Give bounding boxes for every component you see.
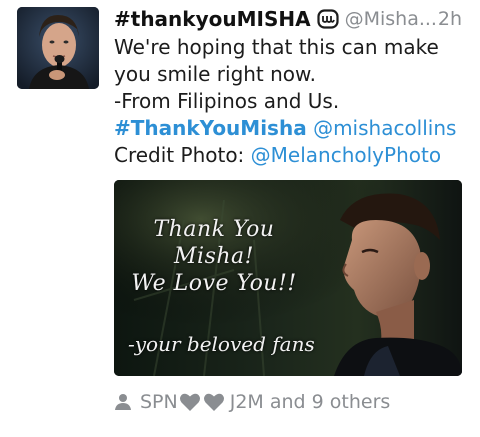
person-icon [114,392,132,412]
context-prefix: SPN [140,391,178,413]
context-suffix: J2M and 9 others [229,391,391,413]
tweet-text-line: you smile right now. [114,62,316,86]
mention-link[interactable]: @mishacollins [313,116,456,140]
social-context[interactable]: SPN J2M and 9 others [114,388,390,416]
tweet-photo[interactable]: Thank You Misha! We Love You!! -your bel… [114,180,462,376]
heart-icon [179,392,201,412]
tweet-text: We're hoping that this can make you smil… [114,34,476,169]
caption-signature: -your beloved fans [128,332,315,356]
timestamp: 2h [437,8,462,30]
handle[interactable]: @Misha... [345,8,437,30]
avatar-image [17,7,99,89]
mention-link[interactable]: @MelancholyPhoto [251,143,441,167]
tweet-header: #thankyouMISHA @Misha... 2h [114,4,474,34]
tweet-text-line: #ThankYouMisha @mishacollins [114,115,476,142]
caption-line: Thank You [153,217,275,242]
tweet-text-line: Credit Photo: @MelancholyPhoto [114,142,476,169]
display-name[interactable]: #thankyouMISHA [114,7,311,31]
tweet-text-line: -From Filipinos and Us. [114,89,340,113]
badge-icon [316,9,339,29]
avatar[interactable] [17,7,99,89]
hashtag-link[interactable]: #ThankYouMisha [114,116,307,140]
tweet-text-line: We're hoping that this can make [114,35,439,59]
caption-line: Misha! [174,244,254,269]
photo-caption: Thank You Misha! We Love You!! [124,216,304,297]
tweet[interactable]: #thankyouMISHA @Misha... 2h We're hoping… [0,0,480,437]
caption-line: We Love You!! [131,271,297,296]
credit-label: Credit Photo: [114,143,245,167]
heart-icon [203,392,225,412]
